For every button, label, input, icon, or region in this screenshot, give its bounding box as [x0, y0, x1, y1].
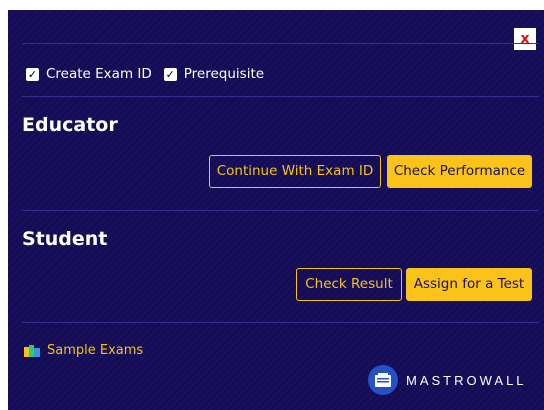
check-performance-button[interactable]: Check Performance [387, 155, 532, 188]
books-icon [24, 344, 40, 357]
divider [22, 96, 539, 97]
divider [22, 322, 539, 323]
brand: MASTROWALL [368, 365, 527, 395]
divider [22, 210, 539, 211]
checkmark-icon: ✓ [26, 67, 39, 81]
options-row: ✓ Create Exam ID ✓ Prerequisite [26, 64, 276, 84]
continue-with-exam-id-button[interactable]: Continue With Exam ID [209, 155, 381, 188]
exam-options-panel: x ✓ Create Exam ID ✓ Prerequisite Educat… [8, 10, 544, 410]
educator-heading: Educator [22, 114, 118, 136]
check-result-button[interactable]: Check Result [296, 268, 402, 301]
assign-for-a-test-button[interactable]: Assign for a Test [406, 268, 532, 301]
top-divider [22, 43, 539, 44]
prerequisite-label: Prerequisite [183, 66, 265, 82]
student-heading: Student [22, 228, 108, 250]
prerequisite-checkbox[interactable]: ✓ Prerequisite [163, 66, 265, 82]
close-button[interactable]: x [514, 28, 536, 50]
sample-exams-link[interactable]: Sample Exams [24, 343, 143, 358]
checkmark-icon: ✓ [163, 67, 177, 81]
mastrowall-logo-icon [368, 365, 398, 395]
brand-name: MASTROWALL [406, 372, 527, 388]
create-exam-id-label: Create Exam ID [46, 66, 152, 82]
sample-exams-label: Sample Exams [47, 343, 144, 358]
create-exam-id-checkbox[interactable]: ✓ Create Exam ID [26, 66, 152, 82]
